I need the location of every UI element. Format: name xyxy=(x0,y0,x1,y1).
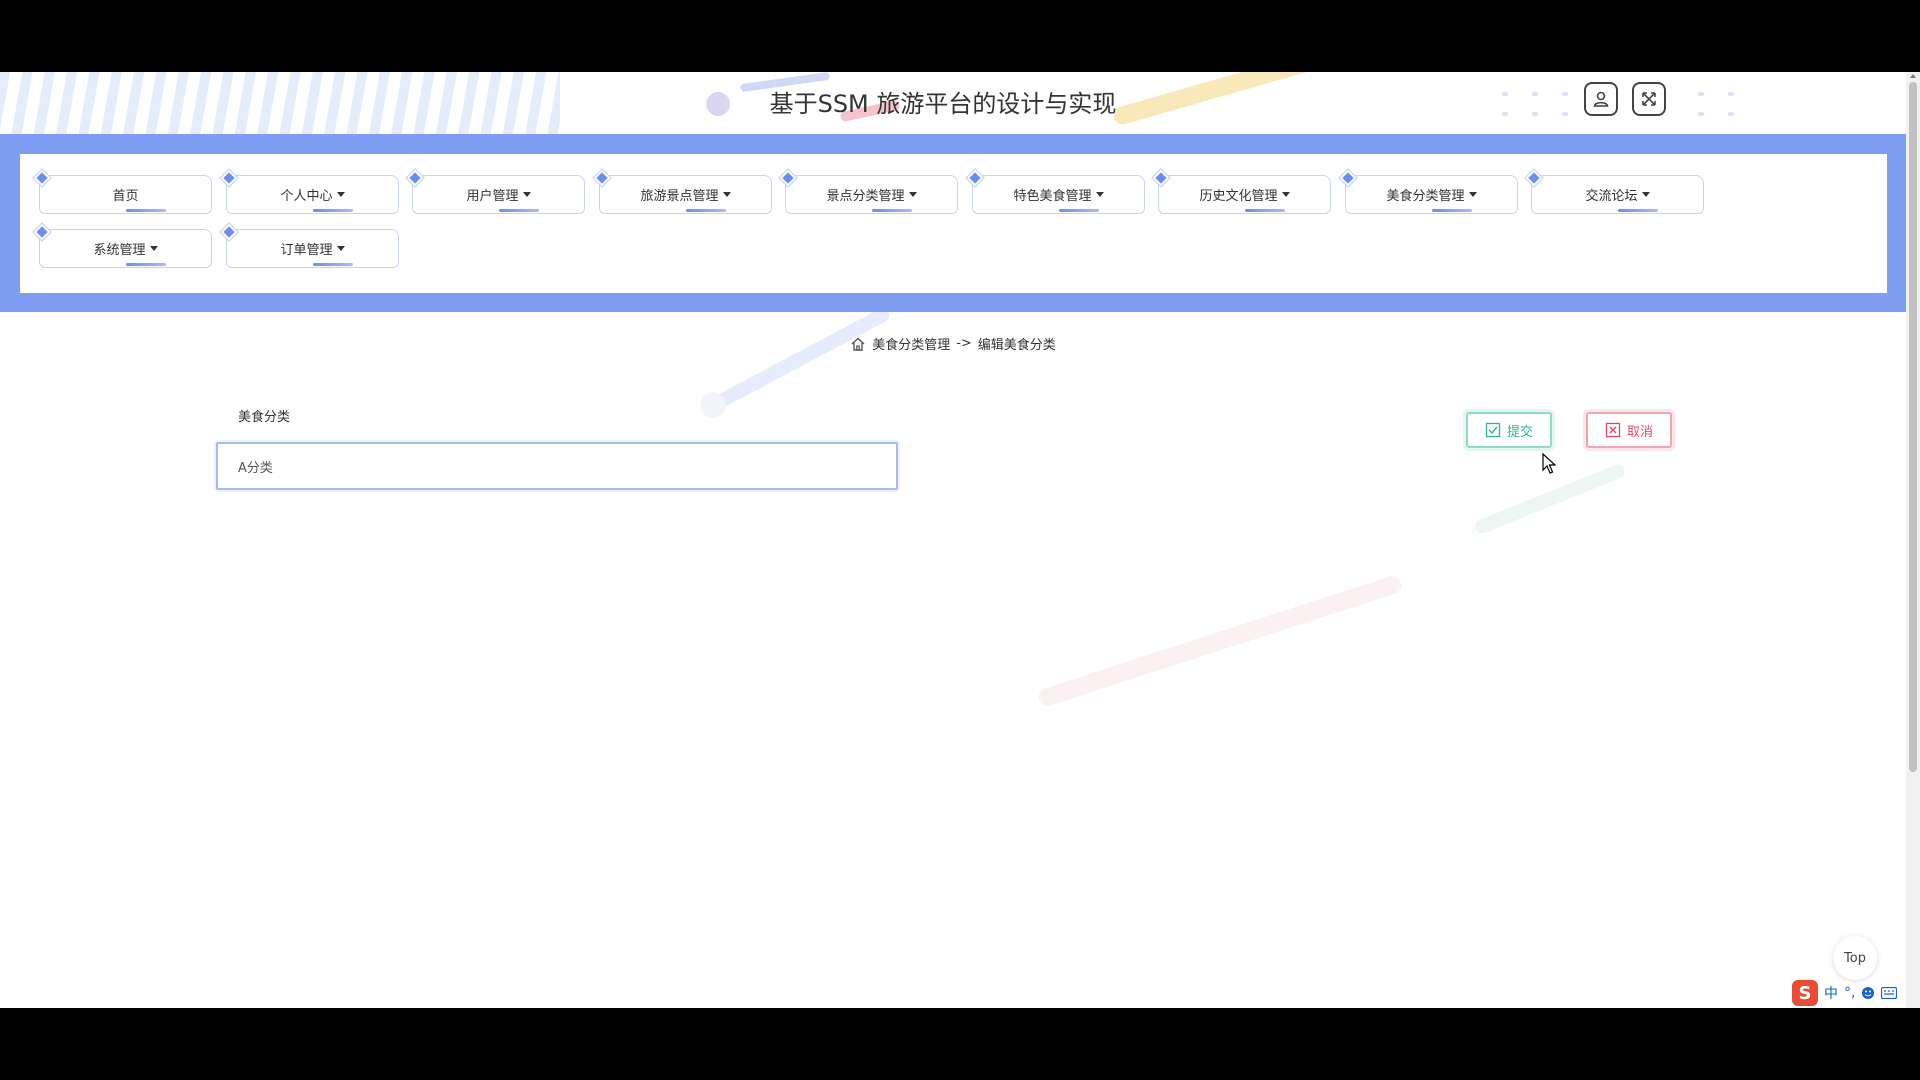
nav-item-personal-center[interactable]: 个人中心 xyxy=(220,169,399,214)
vertical-scrollbar[interactable] xyxy=(1906,72,1920,1008)
diamond-icon xyxy=(220,223,238,241)
breadcrumb-parent[interactable]: 美食分类管理 xyxy=(872,334,950,353)
breadcrumb: 美食分类管理 -> 编辑美食分类 xyxy=(0,334,1906,353)
nav-item-label: 景点分类管理 xyxy=(826,189,905,204)
caret-down-icon xyxy=(522,192,531,197)
nav-underline xyxy=(1245,209,1285,212)
nav-item-food-category-management[interactable]: 美食分类管理 xyxy=(1339,169,1518,214)
checkbox-check-icon xyxy=(1485,422,1501,438)
scrollbar-thumb[interactable] xyxy=(1909,82,1917,772)
keyboard-icon[interactable] xyxy=(1881,987,1898,999)
scroll-up-arrow-icon[interactable] xyxy=(1910,74,1916,78)
bg-stroke xyxy=(1036,573,1404,709)
diamond-icon xyxy=(779,169,797,187)
nav-item-label: 订单管理 xyxy=(280,243,333,258)
caret-down-icon xyxy=(722,192,731,197)
user-profile-button[interactable] xyxy=(1584,82,1618,116)
caret-down-icon xyxy=(1281,192,1290,197)
top-header: 基于SSM 旅游平台的设计与实现 xyxy=(0,72,1906,134)
ime-mode[interactable]: 中 xyxy=(1824,983,1838,1003)
expand-icon xyxy=(1642,92,1656,106)
diamond-icon xyxy=(593,169,611,187)
diamond-icon xyxy=(220,169,238,187)
nav-item-label: 旅游景点管理 xyxy=(640,189,719,204)
home-icon[interactable] xyxy=(850,336,866,352)
nav-item-system-management[interactable]: 系统管理 xyxy=(33,223,212,268)
food-category-label: 美食分类 xyxy=(238,410,291,425)
back-to-top-button[interactable]: Top xyxy=(1833,936,1877,980)
cancel-label: 取消 xyxy=(1626,424,1653,440)
user-icon xyxy=(1593,91,1609,107)
submit-label: 提交 xyxy=(1506,424,1533,440)
nav-item-order-management[interactable]: 订单管理 xyxy=(220,223,399,268)
nav-underline xyxy=(313,209,353,212)
caret-down-icon xyxy=(1641,192,1650,197)
caret-down-icon xyxy=(336,192,345,197)
nav-underline xyxy=(1432,209,1472,212)
diamond-icon xyxy=(1525,169,1543,187)
nav-item-label: 用户管理 xyxy=(466,189,519,204)
ime-toolbar[interactable]: S 中 °, xyxy=(1792,978,1920,1008)
ime-punctuation[interactable]: °, xyxy=(1844,985,1855,1001)
diamond-icon xyxy=(1152,169,1170,187)
close-box-icon xyxy=(1605,422,1621,438)
nav-item-label: 系统管理 xyxy=(93,243,146,258)
nav-item-label: 历史文化管理 xyxy=(1199,189,1278,204)
browser-viewport: 基于SSM 旅游平台的设计与实现 首页 个人中心 用户管理 旅游景点管理 景点分… xyxy=(0,72,1920,1008)
letterbox-top xyxy=(0,0,1920,72)
mouse-cursor-icon xyxy=(1542,453,1556,474)
bg-dot xyxy=(700,392,726,418)
caret-down-icon xyxy=(1095,192,1104,197)
bg-stroke xyxy=(708,305,892,413)
main-nav: 首页 个人中心 用户管理 旅游景点管理 景点分类管理 特色美食管理 历史文化管理… xyxy=(20,154,1887,293)
nav-item-user-management[interactable]: 用户管理 xyxy=(406,169,585,214)
nav-item-label: 特色美食管理 xyxy=(1013,189,1092,204)
nav-item-scenic-spot-management[interactable]: 旅游景点管理 xyxy=(593,169,772,214)
caret-down-icon xyxy=(1468,192,1477,197)
caret-down-icon xyxy=(336,246,345,251)
nav-item-forum[interactable]: 交流论坛 xyxy=(1525,169,1704,214)
diamond-icon xyxy=(406,169,424,187)
nav-underline xyxy=(872,209,912,212)
nav-underline xyxy=(126,209,166,212)
nav-item-label: 美食分类管理 xyxy=(1386,189,1465,204)
submit-button[interactable]: 提交 xyxy=(1466,412,1552,448)
caret-down-icon xyxy=(908,192,917,197)
nav-underline xyxy=(313,263,353,266)
nav-item-label: 首页 xyxy=(112,189,139,204)
cancel-button[interactable]: 取消 xyxy=(1586,412,1672,448)
letterbox-bottom xyxy=(0,1008,1920,1080)
breadcrumb-separator: -> xyxy=(956,336,972,351)
nav-item-label: 个人中心 xyxy=(280,189,333,204)
nav-item-spot-category-management[interactable]: 景点分类管理 xyxy=(779,169,958,214)
sogou-logo-icon: S xyxy=(1792,980,1818,1006)
fullscreen-button[interactable] xyxy=(1632,82,1666,116)
nav-item-home[interactable]: 首页 xyxy=(33,169,212,214)
nav-item-label: 交流论坛 xyxy=(1585,189,1638,204)
nav-underline xyxy=(1618,209,1658,212)
food-category-input[interactable] xyxy=(216,442,898,490)
nav-underline xyxy=(1059,209,1099,212)
nav-item-history-culture-management[interactable]: 历史文化管理 xyxy=(1152,169,1331,214)
caret-down-icon xyxy=(149,246,158,251)
emoji-icon[interactable] xyxy=(1861,986,1875,1000)
diamond-icon xyxy=(33,169,51,187)
diamond-icon xyxy=(33,223,51,241)
diamond-icon xyxy=(966,169,984,187)
breadcrumb-current: 编辑美食分类 xyxy=(977,338,1056,353)
diamond-icon xyxy=(1339,169,1357,187)
nav-underline xyxy=(686,209,726,212)
nav-underline xyxy=(126,263,166,266)
nav-item-food-management[interactable]: 特色美食管理 xyxy=(966,169,1145,214)
nav-underline xyxy=(499,209,539,212)
